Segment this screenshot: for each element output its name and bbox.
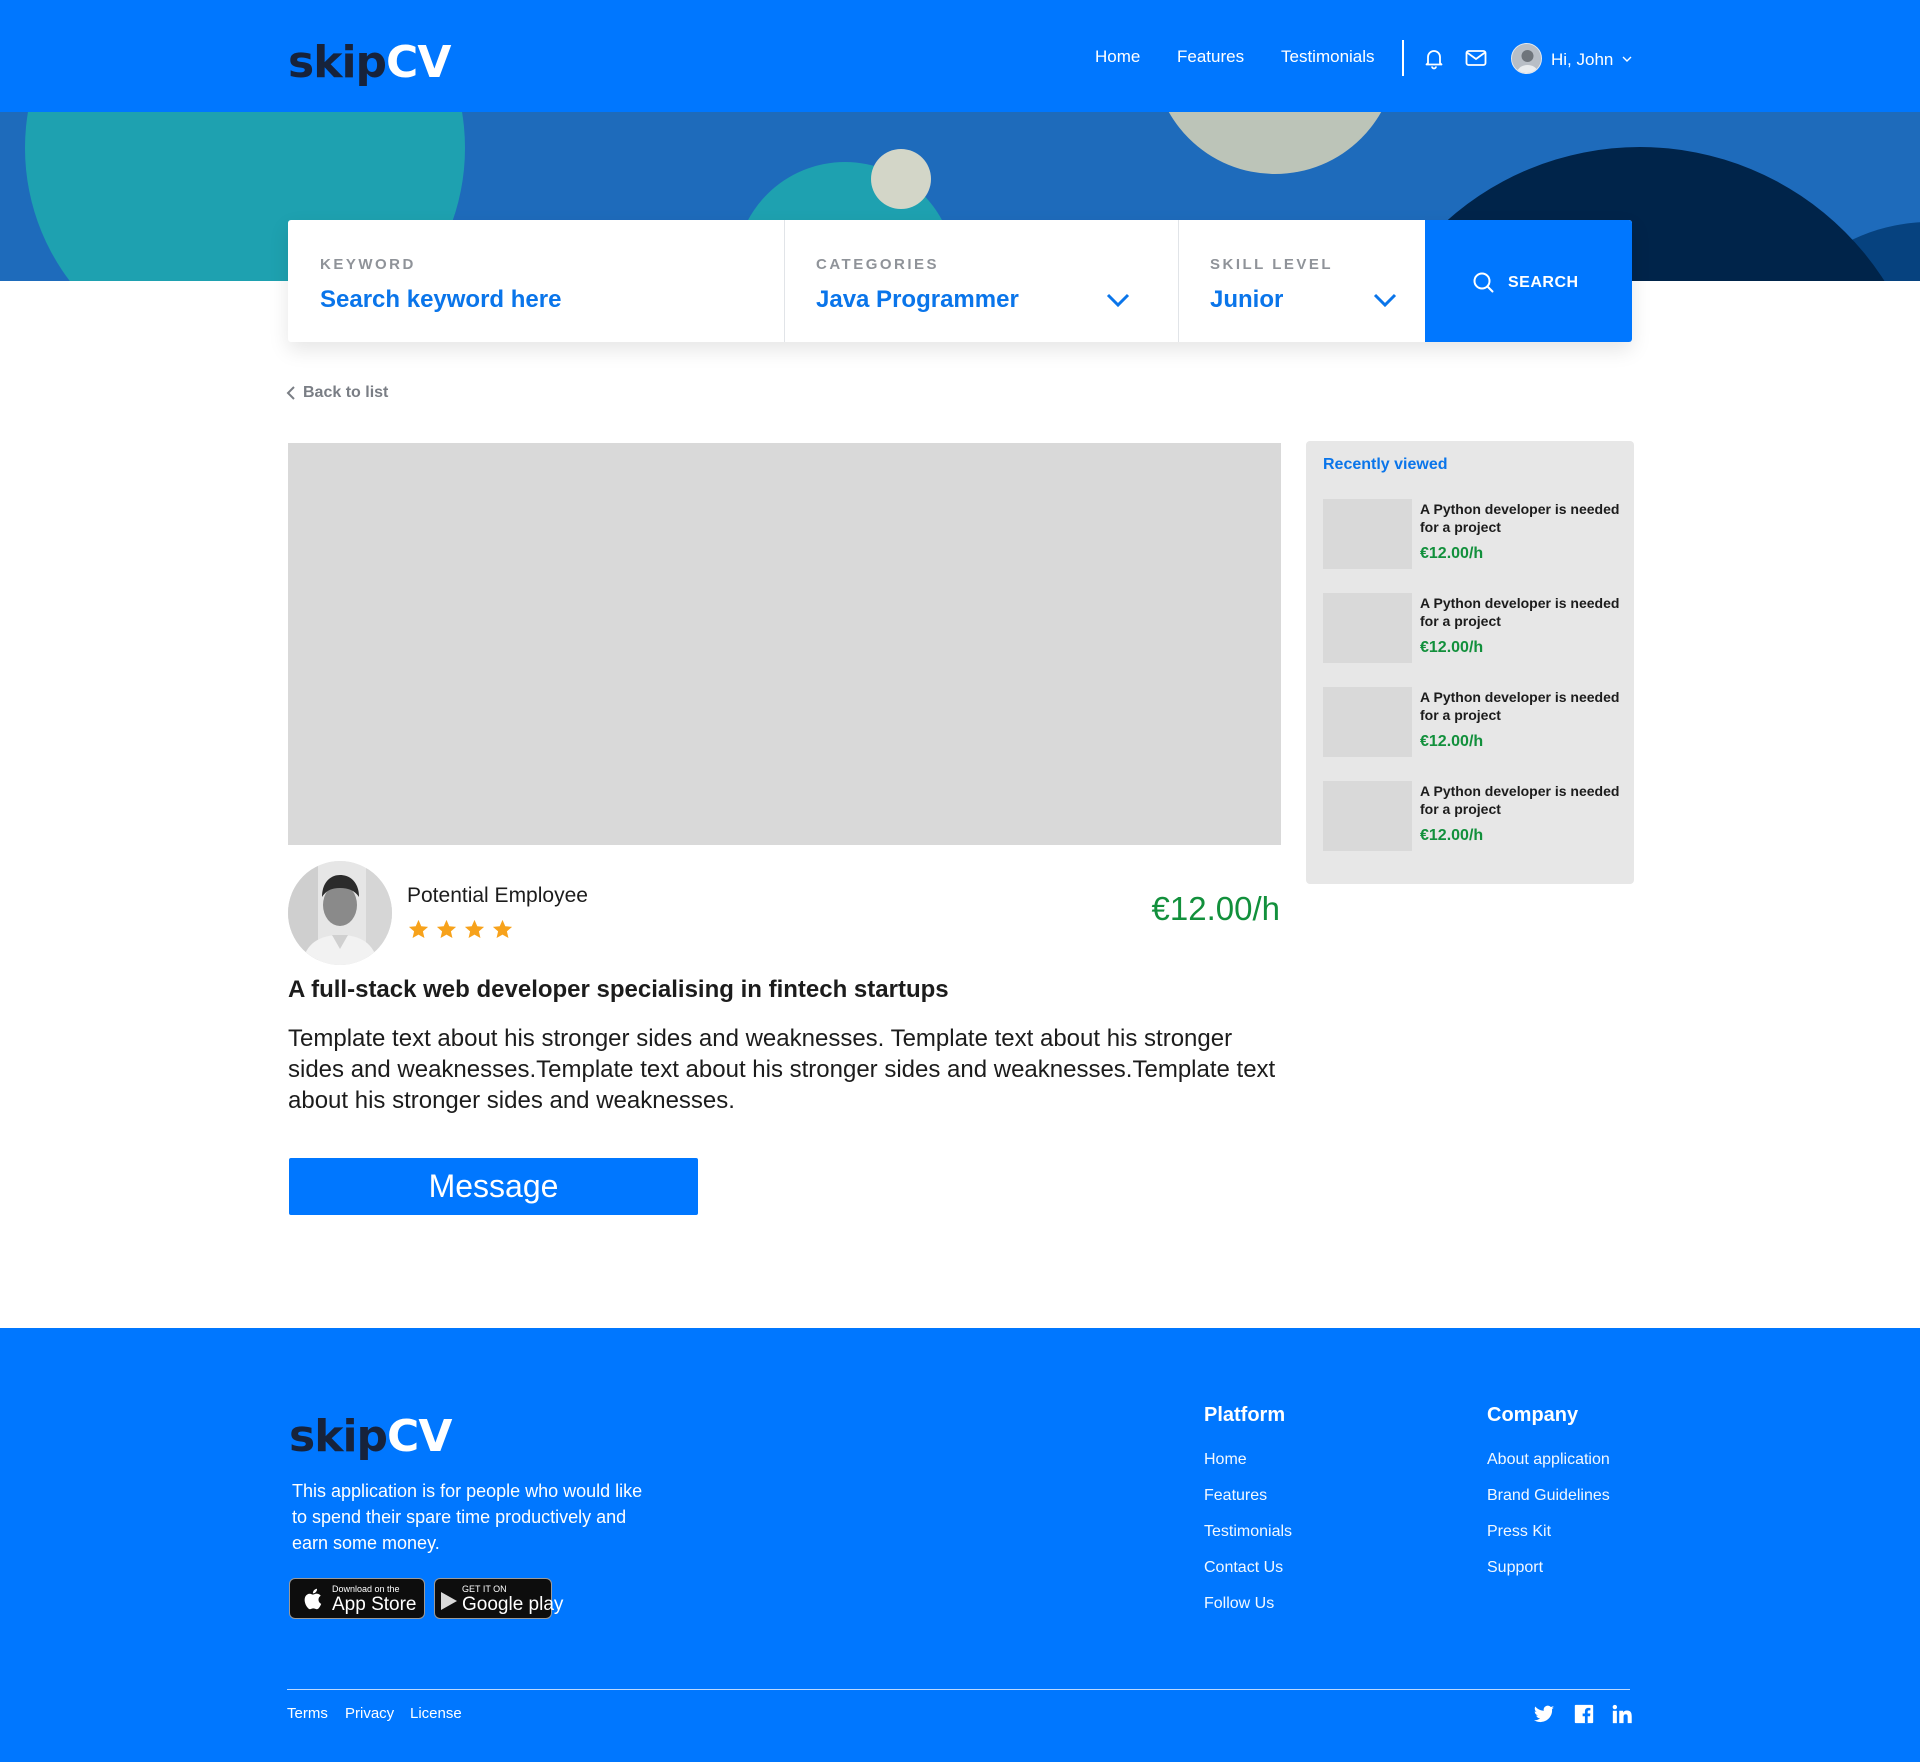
logo-part-skip: skip (289, 1411, 388, 1462)
recently-viewed-title: Recently viewed (1323, 456, 1448, 473)
recent-item-thumbnail (1323, 593, 1412, 663)
chevron-down-icon[interactable] (1622, 55, 1632, 63)
recent-item[interactable]: A Python developer is needed for a proje… (1323, 781, 1623, 853)
bell-icon[interactable] (1422, 46, 1446, 70)
footer-link-about-application[interactable]: About application (1487, 1451, 1610, 1469)
recent-item[interactable]: A Python developer is needed for a proje… (1323, 499, 1623, 571)
keyword-input[interactable]: Search keyword here (320, 286, 561, 314)
apple-icon (304, 1588, 322, 1610)
message-button[interactable]: Message (289, 1158, 698, 1215)
nav-testimonials[interactable]: Testimonials (1281, 47, 1375, 67)
footer: skipCV This application is for people wh… (0, 1328, 1920, 1762)
footer-link-press-kit[interactable]: Press Kit (1487, 1523, 1551, 1541)
logo-part-cv: CV (387, 1411, 452, 1462)
recent-item-thumbnail (1323, 781, 1412, 851)
user-greeting[interactable]: Hi, John (1551, 50, 1613, 70)
chevron-left-icon (286, 386, 295, 400)
footer-link-brand-guidelines[interactable]: Brand Guidelines (1487, 1487, 1610, 1505)
google-play-small-text: GET IT ON (462, 1584, 507, 1594)
footer-platform-title: Platform (1204, 1404, 1286, 1426)
twitter-icon[interactable] (1533, 1703, 1555, 1725)
footer-link-testimonials[interactable]: Testimonials (1204, 1523, 1292, 1541)
footer-link-terms[interactable]: Terms (287, 1705, 328, 1722)
footer-link-home[interactable]: Home (1204, 1451, 1247, 1469)
logo-part-skip: skip (288, 37, 387, 88)
top-header: skipCV Home Features Testimonials Hi, Jo… (0, 0, 1920, 112)
star-icon (436, 919, 457, 939)
recent-item-thumbnail (1323, 499, 1412, 569)
skill-level-label: SKILL LEVEL (1210, 256, 1334, 273)
google-play-badge[interactable]: GET IT ON Google play (434, 1578, 563, 1619)
nav-home[interactable]: Home (1095, 47, 1140, 67)
google-play-big-text: Google play (462, 1594, 564, 1615)
nav-divider (1402, 40, 1404, 76)
recent-item-title: A Python developer is needed for a proje… (1420, 501, 1620, 535)
footer-link-license[interactable]: License (410, 1705, 462, 1722)
keyword-label: KEYWORD (320, 256, 416, 273)
skill-level-value[interactable]: Junior (1210, 286, 1283, 314)
recent-item-price: €12.00/h (1420, 827, 1484, 844)
logo[interactable]: skipCV (288, 41, 451, 85)
footer-company-title: Company (1487, 1404, 1579, 1426)
search-icon (1473, 272, 1494, 293)
employee-avatar (288, 861, 392, 965)
footer-divider (287, 1689, 1630, 1690)
footer-link-support[interactable]: Support (1487, 1559, 1543, 1577)
employee-name: Potential Employee (407, 884, 588, 907)
footer-link-follow-us[interactable]: Follow Us (1204, 1595, 1274, 1613)
back-to-list-label: Back to list (303, 384, 389, 401)
mail-icon[interactable] (1464, 46, 1488, 70)
profile-description: Template text about his stronger sides a… (288, 1025, 1276, 1114)
footer-link-privacy[interactable]: Privacy (345, 1705, 394, 1722)
recent-item-title: A Python developer is needed for a proje… (1420, 595, 1620, 629)
recent-item[interactable]: A Python developer is needed for a proje… (1323, 687, 1623, 759)
nav-features[interactable]: Features (1177, 47, 1244, 67)
footer-link-features[interactable]: Features (1204, 1487, 1267, 1505)
recently-viewed-panel: Recently viewed A Python developer is ne… (1306, 441, 1634, 884)
app-store-big-text: App Store (332, 1594, 417, 1615)
search-button-label: SEARCH (1508, 274, 1579, 291)
hourly-rate: €12.00/h (1151, 890, 1280, 927)
app-store-badge[interactable]: Download on the App Store (289, 1578, 425, 1619)
recent-item-title: A Python developer is needed for a proje… (1420, 783, 1620, 817)
search-bar: KEYWORD Search keyword here CATEGORIES J… (288, 220, 1632, 342)
footer-logo[interactable]: skipCV (289, 1415, 452, 1459)
recent-item-price: €12.00/h (1420, 733, 1484, 750)
profile-headline: A full-stack web developer specialising … (288, 976, 949, 1003)
linkedin-icon[interactable] (1611, 1703, 1633, 1725)
search-button[interactable]: SEARCH (1425, 220, 1632, 342)
recent-item-price: €12.00/h (1420, 639, 1484, 656)
footer-link-contact-us[interactable]: Contact Us (1204, 1559, 1283, 1577)
star-icon (408, 919, 429, 939)
back-to-list-link[interactable]: Back to list (286, 384, 389, 402)
recent-item-thumbnail (1323, 687, 1412, 757)
skill-level-select[interactable]: SKILL LEVEL Junior (1178, 220, 1425, 342)
profile-media-placeholder (288, 443, 1281, 845)
categories-select[interactable]: CATEGORIES Java Programmer (784, 220, 1178, 342)
facebook-icon[interactable] (1573, 1703, 1595, 1725)
recent-item[interactable]: A Python developer is needed for a proje… (1323, 593, 1623, 665)
employee-rating (407, 918, 514, 941)
chevron-down-icon[interactable] (1373, 292, 1397, 308)
keyword-field[interactable]: KEYWORD Search keyword here (288, 220, 784, 342)
app-store-small-text: Download on the (332, 1584, 400, 1594)
google-play-icon (441, 1592, 457, 1610)
categories-label: CATEGORIES (816, 256, 940, 273)
star-icon (492, 919, 513, 939)
categories-value[interactable]: Java Programmer (816, 286, 1019, 314)
user-avatar[interactable] (1511, 43, 1542, 74)
star-icon (464, 919, 485, 939)
footer-about-text: This application is for people who would… (292, 1481, 643, 1553)
recent-item-price: €12.00/h (1420, 545, 1484, 562)
logo-part-cv: CV (386, 37, 451, 88)
chevron-down-icon[interactable] (1106, 292, 1130, 308)
recent-item-title: A Python developer is needed for a proje… (1420, 689, 1620, 723)
